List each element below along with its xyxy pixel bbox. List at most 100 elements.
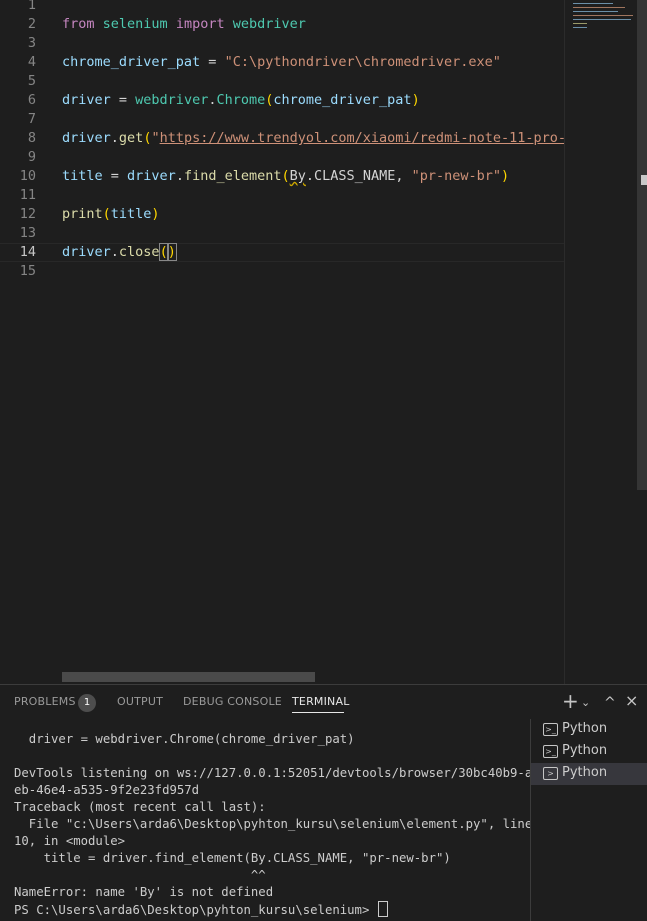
tab-output[interactable]: OUTPUT [117,695,163,708]
terminal-instance[interactable]: >_ Python [531,719,647,741]
paren-close: ) [501,168,510,184]
terminal-line: ^^ [14,868,266,882]
terminal-line: DevTools listening on ws://127.0.0.1:520… [14,766,530,780]
dot: . [305,168,315,184]
terminal-line: 10, in <module> [14,834,126,848]
string-quote: " [151,130,160,146]
paren-close: ) [411,92,420,108]
terminal-icon: > [543,767,558,780]
code-line-10[interactable]: title = driver.find_element(By.CLASS_NAM… [62,167,509,186]
import-name: webdriver [232,16,306,32]
minimap-line [573,3,613,4]
minimap[interactable] [564,0,638,684]
variable: driver [62,130,111,146]
variable: driver [62,244,111,260]
function-name: get [118,130,144,146]
paren-open: ( [281,168,290,184]
code-line-12[interactable]: print(title) [62,205,160,224]
tab-problems[interactable]: PROBLEMS [14,695,76,708]
line-number: 13 [19,225,36,241]
line-number: 12 [19,206,36,222]
paren-close: ) [151,206,160,222]
line-number: 9 [27,149,36,165]
code-editor[interactable]: 1 2 3 4 5 6 7 8 9 10 11 12 13 14 15 from… [0,0,647,684]
line-number: 5 [27,73,36,89]
close-panel-icon[interactable]: × [625,691,638,710]
terminal-instance-active[interactable]: > Python [531,763,647,785]
line-number: 4 [27,54,36,70]
problems-count-badge: 1 [78,694,96,712]
keyword-from: from [62,16,95,32]
function-name: find_element [183,168,282,184]
chevron-down-icon[interactable]: ⌄ [581,696,590,709]
terminal-prompt-line[interactable]: PS C:\Users\arda6\Desktop\pyhton_kursu\s… [14,901,388,918]
tab-terminal[interactable]: TERMINAL [292,695,350,708]
terminal-icon: >_ [543,723,558,736]
dot: . [110,244,119,260]
string-literal: "pr-new-br" [411,168,501,184]
line-number: 3 [27,35,36,51]
terminal-line: driver = webdriver.Chrome(chrome_driver_… [14,732,355,746]
vertical-scrollbar-thumb[interactable] [637,0,647,490]
code-line-8[interactable]: driver.get("https://www.trendyol.com/xia… [62,129,564,148]
string-literal: "C:\pythondriver\chromedriver.exe" [224,54,501,70]
terminal-instance-list: >_ Python >_ Python > Python [530,719,647,921]
paren-close: ) [166,243,177,261]
minimap-line [573,27,587,28]
paren-open: ( [102,206,111,222]
terminal-icon: >_ [543,745,558,758]
line-number: 6 [27,92,36,108]
code-line-14[interactable]: driver.close() [62,243,177,262]
terminal-instance-label: Python [562,765,608,780]
function-name: close [118,244,160,260]
comma: , [395,168,412,184]
dot: . [175,168,184,184]
terminal-line: title = driver.find_element(By.CLASS_NAM… [14,851,451,865]
scrollbar-cursor-marker [641,175,647,185]
line-number: 1 [27,0,36,13]
line-number: 7 [27,111,36,127]
operator: = [102,168,128,184]
code-line-2[interactable]: from selenium import webdriver [62,15,306,34]
terminal-line: Traceback (most recent call last): [14,800,266,814]
argument: chrome_driver_pat [273,92,412,108]
code-area[interactable]: from selenium import webdriver chrome_dr… [62,0,564,684]
terminal-line: eb-46e4-a535-9f2e23fd957d [14,783,200,797]
minimap-line [573,23,587,24]
line-number: 11 [19,187,36,203]
terminal-line: NameError: name 'By' is not defined [14,885,274,899]
line-number: 15 [19,263,36,279]
keyword-import: import [175,16,225,32]
constant: CLASS_NAME [314,168,396,184]
minimap-line [573,19,631,20]
terminal-output[interactable]: driver = webdriver.Chrome(chrome_driver_… [0,721,530,921]
terminal-instance[interactable]: >_ Python [531,741,647,763]
horizontal-scrollbar-thumb[interactable] [62,672,315,682]
terminal-line: File "c:\Users\arda6\Desktop\pyhton_kurs… [14,817,530,831]
panel-tabs: PROBLEMS 1 OUTPUT DEBUG CONSOLE TERMINAL… [0,685,647,721]
line-number: 10 [19,168,36,184]
terminal-instance-label: Python [562,743,608,758]
line-number-active: 14 [19,244,36,260]
dot: . [110,130,119,146]
terminal-instance-label: Python [562,721,608,736]
code-line-6[interactable]: driver = webdriver.Chrome(chrome_driver_… [62,91,420,110]
new-terminal-icon[interactable]: + [562,689,579,713]
url-link[interactable]: https://www.trendyol.com/xiaomi/redmi-no… [160,130,564,146]
variable: title [62,168,103,184]
active-tab-indicator [292,712,344,713]
terminal-cursor [377,901,388,917]
variable: chrome_driver_pat [62,54,201,70]
minimap-line [573,15,633,16]
module-name: selenium [102,16,168,32]
code-line-4[interactable]: chrome_driver_pat = "C:\pythondriver\chr… [62,53,501,72]
terminal-prompt: PS C:\Users\arda6\Desktop\pyhton_kursu\s… [14,903,377,917]
operator: = [200,54,225,70]
undefined-name-warning[interactable]: By [290,168,306,184]
line-number: 2 [27,16,36,32]
module-ref: webdriver [135,92,209,108]
maximize-panel-icon[interactable]: ^ [604,695,616,711]
tab-debug-console[interactable]: DEBUG CONSOLE [183,695,282,708]
minimap-line [573,11,618,12]
object-ref: driver [127,168,176,184]
